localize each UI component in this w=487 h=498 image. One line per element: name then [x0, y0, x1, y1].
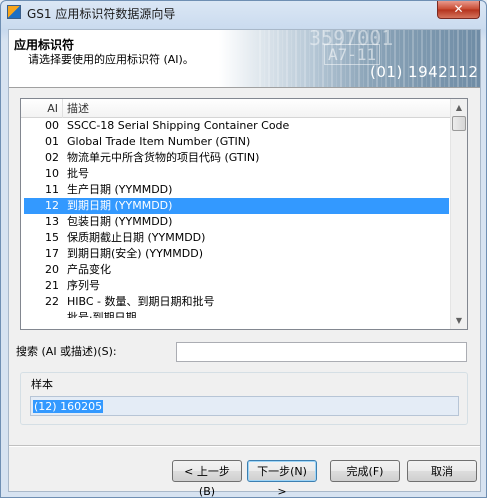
list-item[interactable]: 01 Global Trade Item Number (GTIN)	[21, 134, 452, 150]
title-bar[interactable]: GS1 应用标识符数据源向导 ✕	[1, 1, 486, 23]
finish-button[interactable]: 完成(F)	[330, 460, 400, 482]
list-item[interactable]: 10 批号	[21, 166, 452, 182]
list-item-ai: 22	[45, 295, 59, 308]
back-button[interactable]: < 上一步(B)	[172, 460, 242, 497]
list-item-selected[interactable]: 12 到期日期 (YYMMDD)	[24, 198, 449, 214]
list-item-ai: 01	[45, 135, 59, 148]
list-item-ai: 21	[45, 279, 59, 292]
page-subtitle: 请选择要使用的应用标识符 (AI)。	[28, 53, 194, 66]
search-input[interactable]	[176, 342, 467, 362]
scrollbar-thumb[interactable]	[452, 116, 466, 131]
list-item-ai: 17	[45, 247, 59, 260]
app-logo-icon	[7, 5, 21, 19]
list-item-ai: 20	[45, 263, 59, 276]
list-item-ai: 00	[45, 119, 59, 132]
list-item[interactable]: 21 序列号	[21, 278, 452, 294]
list-item-description: 物流单元中所含货物的项目代码 (GTIN)	[67, 151, 260, 164]
button-divider	[9, 445, 480, 447]
list-item-description: 批号·到期日期	[67, 311, 137, 318]
banner-decoration-code: A7-11	[324, 44, 381, 65]
scroll-down-arrow-icon[interactable]: ▼	[451, 312, 467, 329]
list-item-description: 到期日期(安全) (YYMMDD)	[67, 247, 204, 260]
list-item[interactable]: 22 HIBC - 数量、到期日期和批号	[21, 294, 452, 310]
list-item-description: 批号	[67, 167, 89, 180]
list-item-ai: 12	[45, 199, 59, 212]
list-item-description: HIBC - 数量、到期日期和批号	[67, 295, 215, 308]
list-item-ai: 11	[45, 183, 59, 196]
close-button[interactable]: ✕	[437, 1, 480, 19]
list-item-ai: 13	[45, 215, 59, 228]
list-item[interactable]: 11 生产日期 (YYMMDD)	[21, 182, 452, 198]
list-item-description: 序列号	[67, 279, 100, 292]
sample-value: (12) 160205	[33, 400, 104, 413]
sample-field[interactable]: (12) 160205	[30, 396, 459, 416]
list-header: AI 描述	[21, 99, 452, 118]
list-item-description: 保质期截止日期 (YYMMDD)	[67, 231, 206, 244]
sample-group: 样本 (12) 160205	[20, 372, 468, 425]
list-item[interactable]: 批号·到期日期	[21, 310, 452, 318]
wizard-banner: 3597001 A7-11 (01) 1942112 应用标识符 请选择要使用的…	[9, 30, 480, 88]
search-label: 搜索 (AI 或描述)(S):	[16, 345, 117, 358]
list-item[interactable]: 00 SSCC-18 Serial Shipping Container Code	[21, 118, 452, 134]
list-scrollbar[interactable]: ▲ ▼	[450, 99, 467, 329]
list-item-description: 生产日期 (YYMMDD)	[67, 183, 173, 196]
list-item-ai: 02	[45, 151, 59, 164]
window-title: GS1 应用标识符数据源向导	[27, 7, 176, 21]
scroll-up-arrow-icon[interactable]: ▲	[451, 99, 467, 116]
column-header-description[interactable]: 描述	[67, 99, 89, 118]
list-rows: 00 SSCC-18 Serial Shipping Container Code…	[21, 118, 452, 318]
list-item-description: 包装日期 (YYMMDD)	[67, 215, 173, 228]
list-item[interactable]: 02 物流单元中所含货物的项目代码 (GTIN)	[21, 150, 452, 166]
ai-list[interactable]: AI 描述 00 SSCC-18 Serial Shipping Containe…	[20, 98, 468, 330]
cancel-button[interactable]: 取消	[407, 460, 477, 482]
list-item[interactable]: 13 包装日期 (YYMMDD)	[21, 214, 452, 230]
list-item-description: SSCC-18 Serial Shipping Container Code	[67, 119, 290, 132]
list-item-description: Global Trade Item Number (GTIN)	[67, 135, 251, 148]
wizard-client-area: 3597001 A7-11 (01) 1942112 应用标识符 请选择要使用的…	[8, 29, 481, 497]
list-item[interactable]: 17 到期日期(安全) (YYMMDD)	[21, 246, 452, 262]
banner-gs1-code: (01) 1942112	[370, 63, 479, 81]
column-header-ai[interactable]: AI	[21, 99, 63, 118]
wizard-window: GS1 应用标识符数据源向导 ✕ 3597001 A7-11 (01) 1942…	[0, 0, 487, 498]
list-item[interactable]: 20 产品变化	[21, 262, 452, 278]
list-item-ai: 15	[45, 231, 59, 244]
list-item-description: 产品变化	[67, 263, 111, 276]
list-item-description: 到期日期 (YYMMDD)	[67, 199, 173, 212]
next-button[interactable]: 下一步(N) >	[247, 460, 317, 497]
list-item-ai: 10	[45, 167, 59, 180]
sample-label: 样本	[29, 376, 55, 392]
list-item[interactable]: 15 保质期截止日期 (YYMMDD)	[21, 230, 452, 246]
